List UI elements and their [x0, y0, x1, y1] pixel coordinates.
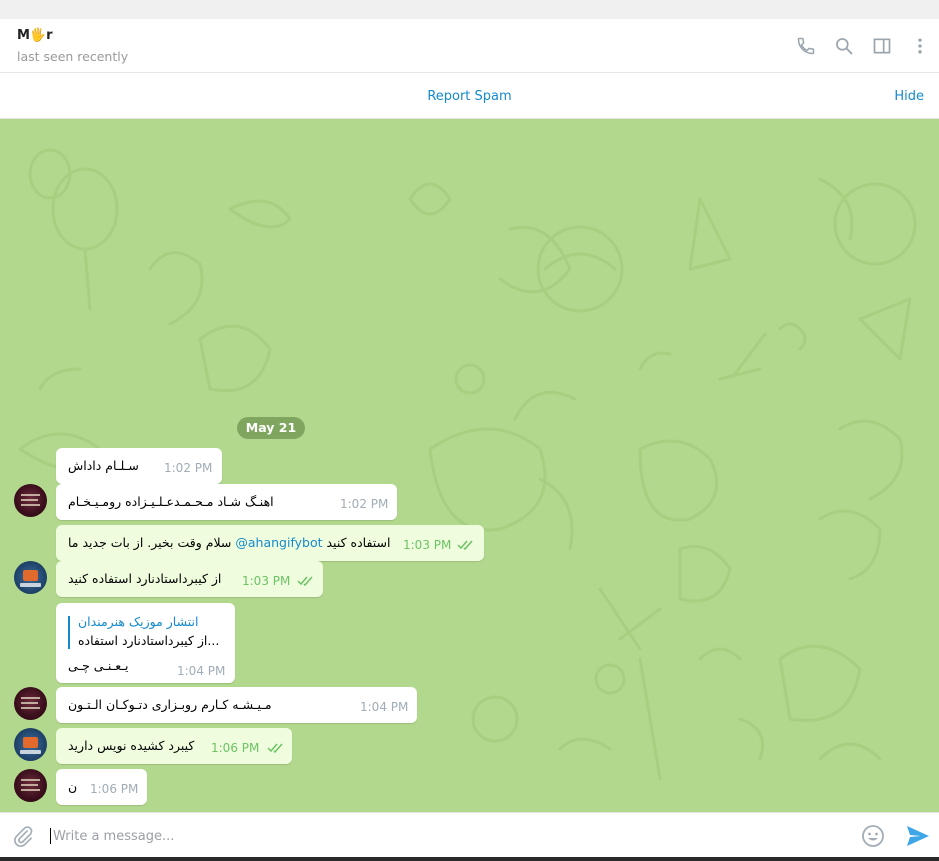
reply-quote-text[interactable]: از کیبرداستادنارد استفاده...	[78, 633, 219, 648]
hide-spam-bar-button[interactable]: Hide	[894, 89, 924, 104]
sidebar-toggle-icon[interactable]	[872, 36, 892, 56]
message-composer	[0, 812, 939, 861]
text-cursor	[50, 828, 51, 844]
window-top-strip	[0, 0, 939, 19]
chat-history[interactable]: May 21 سـلـام داداش 1:02 PM اهنـگ شـاد م…	[0, 119, 939, 812]
double-check-icon	[457, 540, 473, 550]
bottom-edge	[0, 857, 939, 861]
message-bubble[interactable]: ن 1:06 PM	[56, 769, 147, 805]
message-time: 1:04 PM	[177, 664, 226, 678]
avatar[interactable]	[14, 561, 47, 594]
double-check-icon	[297, 576, 313, 586]
message-time: 1:03 PM	[403, 538, 452, 552]
avatar[interactable]	[14, 728, 47, 761]
message-text: اهنـگ شـاد مـحـمـدعـلـیـزاده رومـیـخـام	[68, 494, 274, 509]
phone-icon[interactable]	[796, 36, 816, 56]
avatar[interactable]	[14, 484, 47, 517]
avatar[interactable]	[14, 769, 47, 802]
message-text: کیبرد کشیده نویس دارید	[68, 738, 195, 753]
message-time: 1:02 PM	[164, 461, 213, 475]
message-bubble[interactable]: سلام وقت بخیر. از بات جدید ما @ahangifyb…	[56, 525, 484, 561]
message-time: 1:03 PM	[242, 574, 291, 588]
spam-bar: Report Spam Hide	[0, 73, 939, 119]
message-input[interactable]	[53, 825, 833, 847]
message-bubble[interactable]: سـلـام داداش 1:02 PM	[56, 448, 222, 484]
double-check-icon	[267, 743, 283, 753]
message-time: 1:06 PM	[211, 741, 260, 755]
bot-mention-link[interactable]: @ahangifybot	[235, 535, 322, 550]
message-text-suffix: استفاده کنید	[322, 535, 391, 550]
reply-quote-bar	[68, 616, 70, 649]
message-time: 1:04 PM	[360, 700, 409, 714]
attach-icon[interactable]	[12, 825, 34, 847]
emoji-icon[interactable]	[861, 824, 885, 848]
report-spam-button[interactable]: Report Spam	[427, 89, 511, 104]
message-bubble[interactable]: انتشار موزیک هنرمندان از کیبرداستادنارد …	[56, 603, 235, 683]
message-time: 1:06 PM	[90, 782, 139, 796]
chat-header: M🖐r last seen recently	[0, 19, 939, 73]
message-bubble[interactable]: مـیـشـه کـارم روبـزاری دتـوکـان الـتـون …	[56, 687, 417, 723]
message-bubble[interactable]: کیبرد کشیده نویس دارید 1:06 PM	[56, 728, 292, 764]
send-icon[interactable]	[905, 824, 931, 848]
message-text: سلام وقت بخیر. از بات جدید ما @ahangifyb…	[68, 535, 391, 550]
avatar[interactable]	[14, 687, 47, 720]
search-icon[interactable]	[834, 36, 854, 56]
peer-name[interactable]: M🖐r	[17, 28, 53, 43]
message-time: 1:02 PM	[340, 497, 389, 511]
message-text: سـلـام داداش	[68, 458, 139, 473]
peer-status: last seen recently	[17, 49, 129, 64]
reply-sender-name[interactable]: انتشار موزیک هنرمندان	[78, 614, 198, 629]
message-text: مـیـشـه کـارم روبـزاری دتـوکـان الـتـون	[68, 697, 272, 712]
message-text-prefix: سلام وقت بخیر. از بات جدید ما	[68, 535, 236, 550]
message-text: یـعـنـی چـی	[68, 658, 129, 673]
more-vertical-icon[interactable]	[910, 36, 930, 56]
message-text: از کیبرداستادنارد استفاده کنید	[68, 571, 222, 586]
message-text: ن	[68, 779, 78, 794]
message-bubble[interactable]: از کیبرداستادنارد استفاده کنید 1:03 PM	[56, 561, 323, 597]
date-separator: May 21	[237, 417, 305, 439]
message-bubble[interactable]: اهنـگ شـاد مـحـمـدعـلـیـزاده رومـیـخـام …	[56, 484, 397, 520]
